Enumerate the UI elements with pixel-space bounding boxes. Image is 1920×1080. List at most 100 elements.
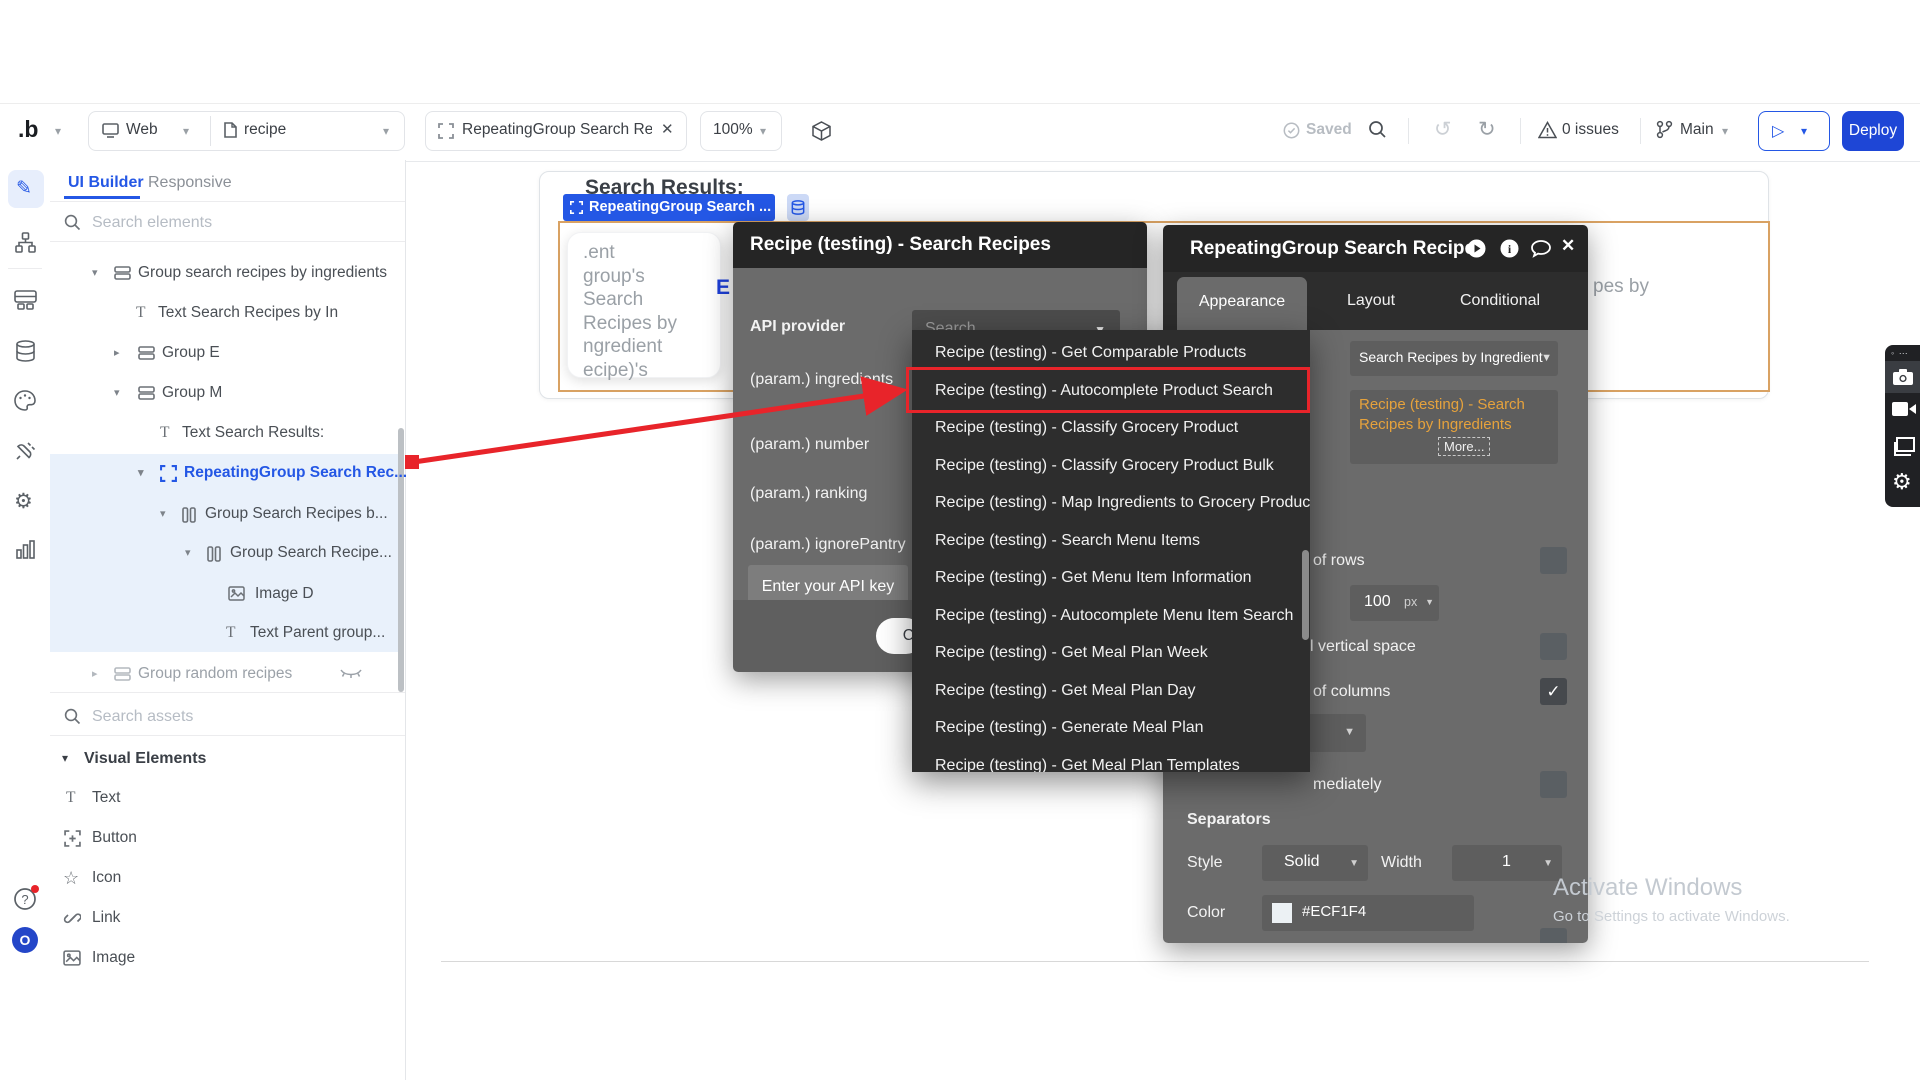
api-panel-header[interactable]: Recipe (testing) - Search Recipes: [733, 222, 1147, 268]
tab-close-icon[interactable]: ✕: [661, 120, 674, 138]
color-input[interactable]: #ECF1F4: [1262, 895, 1474, 931]
logs-chart-icon[interactable]: [16, 540, 35, 559]
visual-elements-header[interactable]: Visual Elements: [84, 750, 206, 768]
columns-checkbox-checked[interactable]: ✓: [1540, 678, 1567, 705]
immediately-checkbox[interactable]: [1540, 771, 1567, 798]
page-name-label[interactable]: recipe: [244, 121, 286, 139]
data-source-field[interactable]: Recipe (testing) - Search Recipes by Ing…: [1350, 390, 1558, 464]
comment-icon[interactable]: [1531, 240, 1551, 258]
palette-item-text[interactable]: T Text: [50, 778, 404, 818]
palette-item-image[interactable]: Image: [50, 938, 404, 978]
branch-name[interactable]: Main: [1680, 121, 1714, 139]
caret-right-icon[interactable]: ▸: [114, 333, 120, 373]
more-chip[interactable]: More...: [1438, 437, 1490, 456]
plugins-plug-icon[interactable]: [15, 440, 36, 461]
styles-palette-icon[interactable]: [14, 390, 36, 411]
info-icon[interactable]: i: [1500, 239, 1519, 258]
tree-row-group-search-recipes-b[interactable]: ▾ Group Search Recipes b...: [50, 494, 404, 534]
bubble-logo[interactable]: .b: [18, 116, 38, 143]
element-label-chip[interactable]: RepeatingGroup Search ...: [563, 194, 775, 221]
dropdown-option[interactable]: Recipe (testing) - Get Comparable Produc…: [912, 334, 1310, 372]
dropdown-option[interactable]: Recipe (testing) - Classify Grocery Prod…: [912, 409, 1310, 447]
search-assets-input[interactable]: Search assets: [92, 708, 193, 726]
tree-row-group-search-recipe[interactable]: ▾ Group Search Recipe...: [50, 533, 404, 573]
color-swatch[interactable]: [1272, 903, 1292, 923]
tab-ui-builder[interactable]: UI Builder: [68, 174, 144, 192]
issues-count[interactable]: 0 issues: [1562, 121, 1619, 139]
settings-gear-icon[interactable]: ⚙: [14, 489, 33, 514]
tab-appearance[interactable]: Appearance: [1177, 277, 1307, 330]
dropdown-option[interactable]: Recipe (testing) - Get Meal Plan Templat…: [912, 747, 1310, 773]
dropdown-option[interactable]: Recipe (testing) - Map Ingredients to Gr…: [912, 484, 1310, 522]
search-elements-input[interactable]: Search elements: [92, 214, 212, 232]
tab-responsive[interactable]: Responsive: [148, 174, 232, 192]
dropdown-option[interactable]: Recipe (testing) - Get Meal Plan Week: [912, 634, 1310, 672]
components-grid-icon[interactable]: [14, 290, 37, 310]
design-tab-active[interactable]: ✎: [8, 170, 44, 208]
visual-elements-caret-icon[interactable]: ▾: [62, 751, 68, 765]
min-height-input[interactable]: 100 px ▼: [1350, 585, 1439, 621]
page-chevron-icon[interactable]: ▾: [383, 124, 389, 138]
width-select[interactable]: 1 ▼: [1452, 845, 1562, 881]
avatar[interactable]: O: [12, 927, 38, 953]
dropdown-option[interactable]: Recipe (testing) - Get Meal Plan Day: [912, 672, 1310, 710]
rg-panel-header[interactable]: RepeatingGroup Search Recipes i ✕: [1163, 225, 1588, 272]
data-source-chip[interactable]: [787, 194, 809, 221]
tab-conditional[interactable]: Conditional: [1460, 272, 1540, 330]
caret-down-icon[interactable]: ▾: [138, 453, 144, 493]
tree-row-group-m[interactable]: ▾ Group M: [50, 373, 404, 413]
dropdown-option[interactable]: Recipe (testing) - Generate Meal Plan: [912, 709, 1310, 747]
tree-row-group-e[interactable]: ▸ Group E: [50, 333, 404, 373]
workflow-sitemap-icon[interactable]: [15, 232, 36, 253]
palette-item-button[interactable]: Button: [50, 818, 404, 858]
caret-down-icon[interactable]: ▾: [92, 253, 98, 293]
preview-button[interactable]: ▷ ▾: [1758, 111, 1830, 151]
device-label[interactable]: Web: [126, 121, 158, 139]
rows-checkbox[interactable]: [1540, 547, 1567, 574]
gear-icon[interactable]: ⚙: [1892, 471, 1912, 493]
tree-row-repeatinggroup-selected[interactable]: ▾ RepeatingGroup Search Rec...: [50, 453, 404, 493]
undo-icon[interactable]: ↺: [1434, 117, 1452, 142]
logo-chevron-icon[interactable]: ▾: [55, 124, 61, 138]
deploy-button[interactable]: Deploy: [1842, 111, 1904, 151]
tree-row-text-parent-group[interactable]: T Text Parent group...: [50, 613, 404, 653]
masonry-checkbox[interactable]: [1540, 928, 1567, 943]
search-icon[interactable]: [1368, 120, 1387, 139]
tree-row-group-random-recipes[interactable]: ▸ Group random recipes: [50, 654, 404, 694]
tree-row-text-search-recipes[interactable]: T Text Search Recipes by In: [50, 293, 404, 333]
caret-down-icon[interactable]: ▾: [114, 373, 120, 413]
component-cube-icon[interactable]: [812, 121, 831, 141]
tree-row-group-search[interactable]: ▾ Group search recipes by ingredients: [50, 253, 404, 293]
device-chevron-icon[interactable]: ▾: [183, 124, 189, 138]
caret-right-icon[interactable]: ▸: [92, 654, 98, 694]
camera-tool-active[interactable]: [1885, 361, 1920, 393]
toolbar-dots-icon[interactable]: ◦ ⋯: [1891, 348, 1909, 359]
image-element-icon: [63, 950, 81, 966]
run-play-icon[interactable]: [1467, 239, 1486, 258]
dropdown-scrollbar[interactable]: [1302, 550, 1309, 640]
type-of-content-select[interactable]: Search Recipes by Ingredient ▼: [1350, 341, 1558, 376]
redo-icon[interactable]: ↻: [1478, 117, 1496, 142]
tree-row-image-d[interactable]: Image D: [50, 574, 404, 614]
database-icon[interactable]: [15, 340, 36, 362]
dropdown-option[interactable]: Recipe (testing) - Get Menu Item Informa…: [912, 559, 1310, 597]
vspace-label-fragment: l vertical space: [1310, 638, 1416, 656]
zoom-level: 100%: [713, 121, 753, 139]
help-icon[interactable]: ?: [12, 884, 40, 912]
palette-item-icon[interactable]: ☆ Icon: [50, 858, 404, 898]
video-icon[interactable]: [1892, 401, 1916, 417]
hidden-eye-icon[interactable]: [340, 669, 362, 680]
style-select[interactable]: Solid ▼: [1262, 845, 1368, 881]
dropdown-option[interactable]: Recipe (testing) - Classify Grocery Prod…: [912, 447, 1310, 485]
vspace-checkbox[interactable]: [1540, 633, 1567, 660]
dropdown-option[interactable]: Recipe (testing) - Search Menu Items: [912, 522, 1310, 560]
caret-down-icon[interactable]: ▾: [160, 494, 166, 534]
tree-row-text-search-results[interactable]: T Text Search Results:: [50, 413, 404, 453]
palette-item-link[interactable]: Link: [50, 898, 404, 938]
tab-layout[interactable]: Layout: [1347, 272, 1395, 330]
layers-icon[interactable]: [1892, 437, 1915, 456]
close-icon[interactable]: ✕: [1561, 236, 1575, 256]
caret-down-icon[interactable]: ▾: [185, 533, 191, 573]
dropdown-option[interactable]: Recipe (testing) - Autocomplete Menu Ite…: [912, 597, 1310, 635]
branch-chevron-icon[interactable]: ▾: [1722, 124, 1728, 138]
